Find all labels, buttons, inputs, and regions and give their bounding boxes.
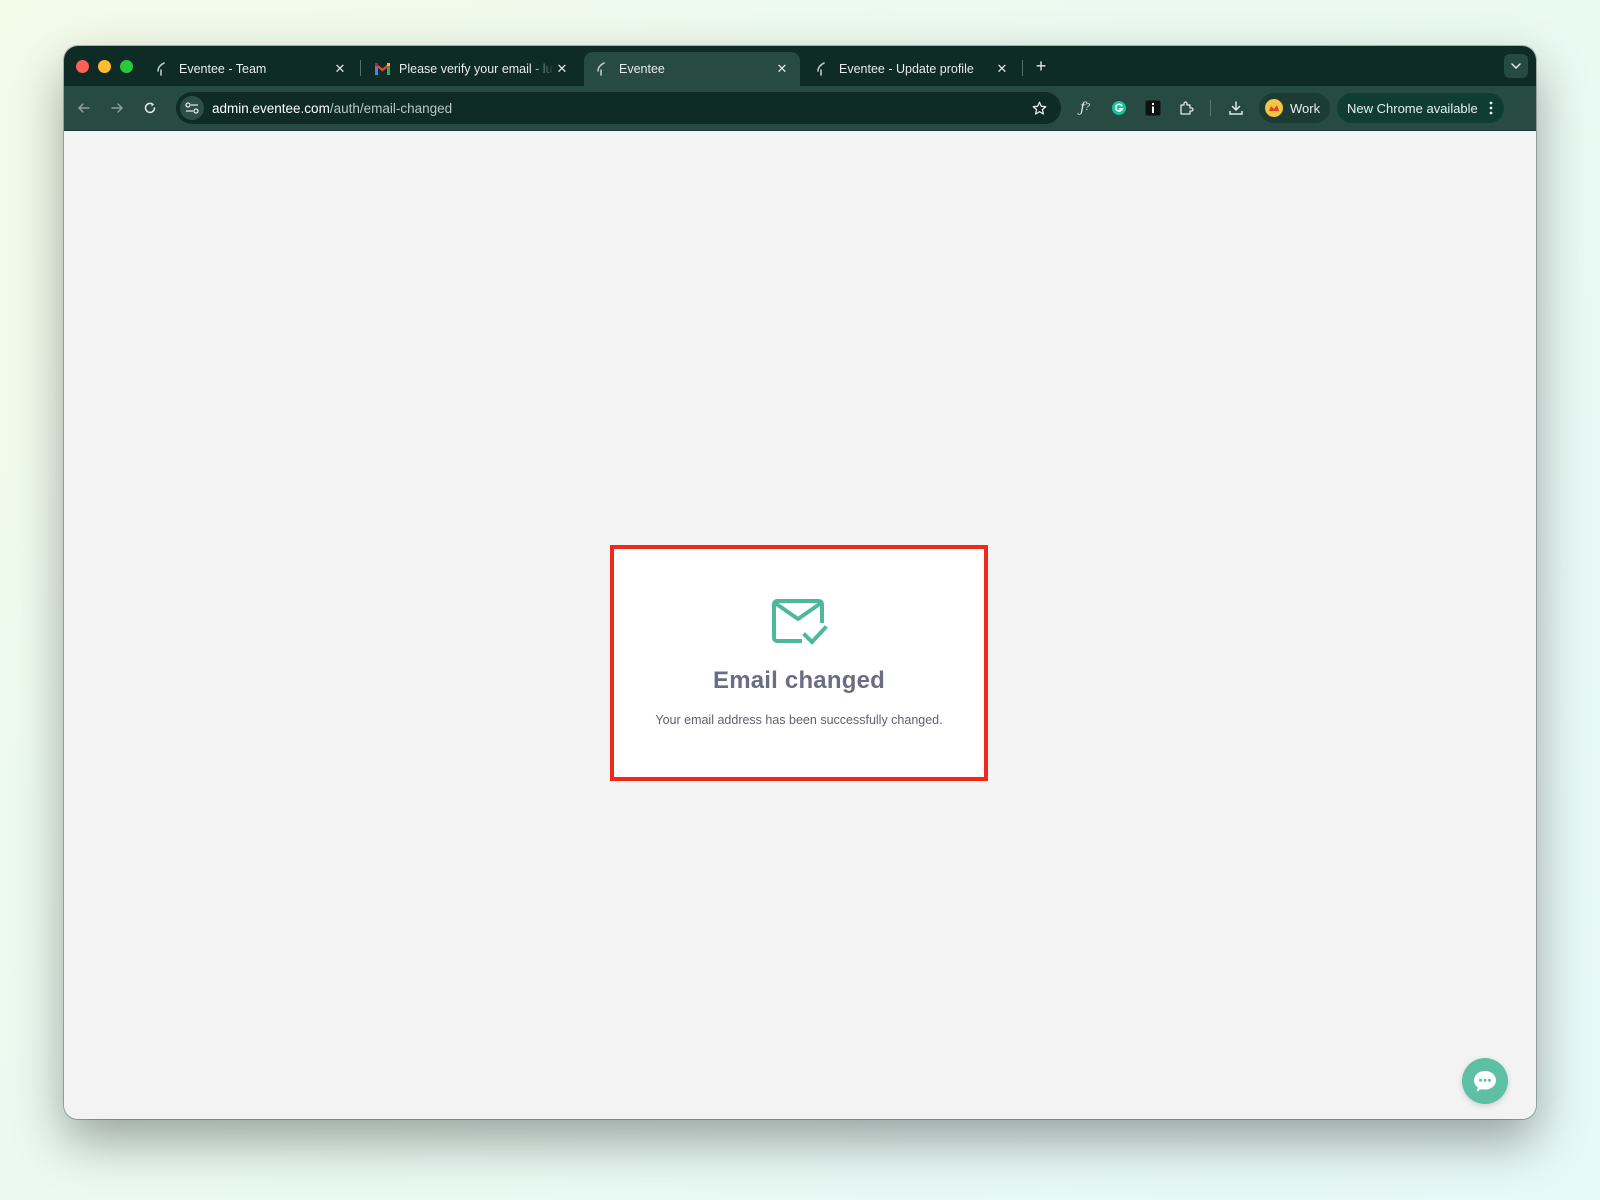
maximize-window-button[interactable] — [120, 60, 133, 73]
tab-title: Please verify your email - luc — [399, 62, 554, 76]
tab-separator — [1022, 60, 1023, 76]
arrow-right-icon — [111, 103, 124, 113]
reload-icon — [144, 102, 156, 114]
extensions-puzzle-icon[interactable] — [1174, 96, 1198, 120]
download-icon[interactable] — [1224, 96, 1248, 120]
url-host: admin.eventee.com — [212, 100, 330, 116]
toolbar-separator — [1210, 100, 1211, 116]
tab-separator — [360, 60, 361, 76]
url-text[interactable]: admin.eventee.com/auth/email-changed — [212, 101, 1027, 116]
eventee-logo-icon — [154, 61, 170, 77]
browser-toolbar: admin.eventee.com/auth/email-changed ƒ? … — [64, 86, 1536, 131]
url-path: /auth/email-changed — [329, 100, 453, 116]
tab-title: Eventee - Update profile — [839, 62, 974, 76]
close-window-button[interactable] — [76, 60, 89, 73]
info-extension-icon[interactable] — [1141, 96, 1165, 120]
chevron-down-icon — [1511, 63, 1521, 69]
eventee-logo-icon — [814, 61, 830, 77]
eventee-logo-icon — [594, 61, 610, 77]
back-button[interactable] — [72, 96, 96, 120]
tab-eventee-team[interactable]: Eventee - Team ✕ — [144, 52, 358, 86]
forward-button[interactable] — [105, 96, 129, 120]
update-label: New Chrome available — [1347, 100, 1478, 116]
chat-widget-button[interactable] — [1462, 1058, 1508, 1104]
tab-strip: Eventee - Team ✕ Please verify your emai… — [64, 46, 1536, 86]
reload-button[interactable] — [138, 96, 162, 120]
tab-gmail-verify[interactable]: Please verify your email - luc ✕ — [364, 52, 580, 86]
email-changed-card: Email changed Your email address has bee… — [610, 545, 988, 781]
tab-title: Eventee - Team — [179, 62, 267, 76]
new-tab-button[interactable]: + — [1029, 54, 1053, 78]
browser-window: Eventee - Team ✕ Please verify your emai… — [64, 46, 1536, 1119]
chat-bubble-icon — [1474, 1071, 1496, 1092]
close-tab-button[interactable]: ✕ — [994, 61, 1010, 77]
chrome-update-button[interactable]: New Chrome available — [1337, 93, 1504, 123]
grammarly-extension-icon[interactable] — [1107, 96, 1131, 120]
close-tab-button[interactable]: ✕ — [332, 61, 348, 77]
minimize-window-button[interactable] — [98, 60, 111, 73]
close-tab-button[interactable]: ✕ — [774, 61, 790, 77]
tab-eventee-active[interactable]: Eventee ✕ — [584, 52, 800, 86]
page-content: Email changed Your email address has bee… — [64, 131, 1536, 1119]
profile-label: Work — [1290, 100, 1321, 116]
tab-eventee-update-profile[interactable]: Eventee - Update profile ✕ — [804, 52, 1020, 86]
profile-button[interactable]: Work — [1259, 93, 1331, 123]
gmail-icon — [374, 61, 390, 77]
more-menu-icon[interactable] — [1486, 101, 1496, 115]
address-bar[interactable]: admin.eventee.com/auth/email-changed — [176, 92, 1061, 124]
tab-search-button[interactable] — [1504, 54, 1528, 78]
site-info-icon[interactable] — [180, 96, 204, 120]
close-tab-button[interactable]: ✕ — [554, 61, 570, 77]
mail-check-icon — [772, 599, 828, 647]
profile-avatar-icon — [1265, 99, 1283, 117]
card-message: Your email address has been successfully… — [655, 713, 943, 727]
bookmark-star-icon[interactable] — [1027, 96, 1051, 120]
formula-extension-icon[interactable]: ƒ? — [1073, 96, 1097, 120]
arrow-left-icon — [77, 103, 90, 113]
card-title: Email changed — [713, 667, 885, 694]
tab-title: Eventee — [619, 62, 665, 76]
